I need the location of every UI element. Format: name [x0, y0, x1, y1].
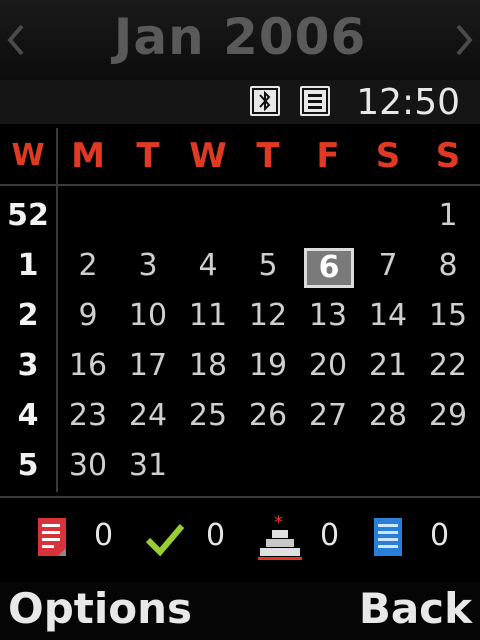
message-icon — [300, 86, 330, 116]
notes-count: 0 — [430, 518, 450, 553]
calendar-day[interactable]: 7 — [358, 248, 418, 283]
task-check-icon — [144, 514, 186, 560]
calendar-day[interactable]: 3 — [118, 248, 178, 283]
clock: 12:50 — [356, 82, 460, 123]
calendar-day[interactable]: 26 — [238, 398, 298, 433]
weekday-header: F — [316, 136, 340, 176]
memo-count: 0 — [94, 518, 114, 553]
anniversary-cake-icon: * — [256, 512, 304, 560]
anniversary-count: 0 — [320, 518, 340, 553]
softkey-bar: Options Back — [0, 582, 480, 640]
calendar-header: Jan 2006 — [0, 0, 480, 80]
calendar-day[interactable]: 24 — [118, 398, 178, 433]
calendar-day[interactable]: 11 — [178, 298, 238, 333]
options-softkey[interactable]: Options — [8, 584, 192, 633]
calendar-day[interactable]: 31 — [118, 448, 178, 483]
calendar-day[interactable]: 18 — [178, 348, 238, 383]
task-count: 0 — [206, 518, 226, 553]
calendar-day[interactable]: 5 — [238, 248, 298, 283]
weekday-header: S — [435, 136, 461, 176]
calendar-day[interactable]: 9 — [58, 298, 118, 333]
month-title: Jan 2006 — [113, 8, 367, 66]
week-number: 5 — [17, 448, 39, 483]
calendar-day[interactable]: 29 — [418, 398, 478, 433]
back-softkey[interactable]: Back — [359, 584, 472, 633]
calendar-day[interactable]: 16 — [58, 348, 118, 383]
calendar-day[interactable]: 14 — [358, 298, 418, 333]
calendar-day[interactable]: 8 — [418, 248, 478, 283]
next-month-arrow-icon[interactable] — [454, 24, 474, 56]
memo-icon — [36, 514, 70, 560]
weekday-header: S — [375, 136, 401, 176]
status-bar: 12:50 — [0, 80, 480, 124]
week-number: 52 — [7, 198, 49, 233]
selected-day-label: 6 — [318, 250, 340, 285]
calendar-day[interactable]: 22 — [418, 348, 478, 383]
calendar-day[interactable]: 25 — [178, 398, 238, 433]
week-number: 2 — [17, 298, 39, 333]
notes-icon — [372, 514, 406, 560]
calendar-day[interactable]: 2 — [58, 248, 118, 283]
calendar-day[interactable]: 1 — [418, 198, 478, 233]
weekday-header: M — [71, 136, 105, 176]
calendar-day[interactable]: 13 — [298, 298, 358, 333]
event-indicators: 0 0 * 0 0 — [0, 496, 480, 584]
calendar-day[interactable]: 30 — [58, 448, 118, 483]
bluetooth-icon — [250, 86, 280, 116]
week-number: 3 — [17, 348, 39, 383]
calendar-day[interactable]: 10 — [118, 298, 178, 333]
week-number: 1 — [17, 248, 39, 283]
calendar-grid: W 6 M T W T F S S 52 1 2 3 4 5 1 2 3 4 5 7 8 9 10 11 12 13 14 15 16… — [0, 128, 480, 492]
weekday-header: T — [256, 136, 280, 176]
calendar-day[interactable]: 17 — [118, 348, 178, 383]
weekday-header: W — [189, 136, 227, 176]
calendar-day[interactable]: 23 — [58, 398, 118, 433]
calendar-day[interactable]: 28 — [358, 398, 418, 433]
calendar-day[interactable]: 4 — [178, 248, 238, 283]
calendar-day[interactable]: 21 — [358, 348, 418, 383]
calendar-day[interactable]: 19 — [238, 348, 298, 383]
weekday-header-divider — [0, 184, 480, 186]
calendar-day[interactable]: 12 — [238, 298, 298, 333]
selected-day[interactable]: 6 — [304, 248, 354, 288]
weekday-header: T — [136, 136, 160, 176]
week-number: 4 — [17, 398, 39, 433]
week-number-header: W — [11, 138, 45, 173]
calendar-day[interactable]: 15 — [418, 298, 478, 333]
calendar-day[interactable]: 27 — [298, 398, 358, 433]
calendar-day[interactable]: 20 — [298, 348, 358, 383]
